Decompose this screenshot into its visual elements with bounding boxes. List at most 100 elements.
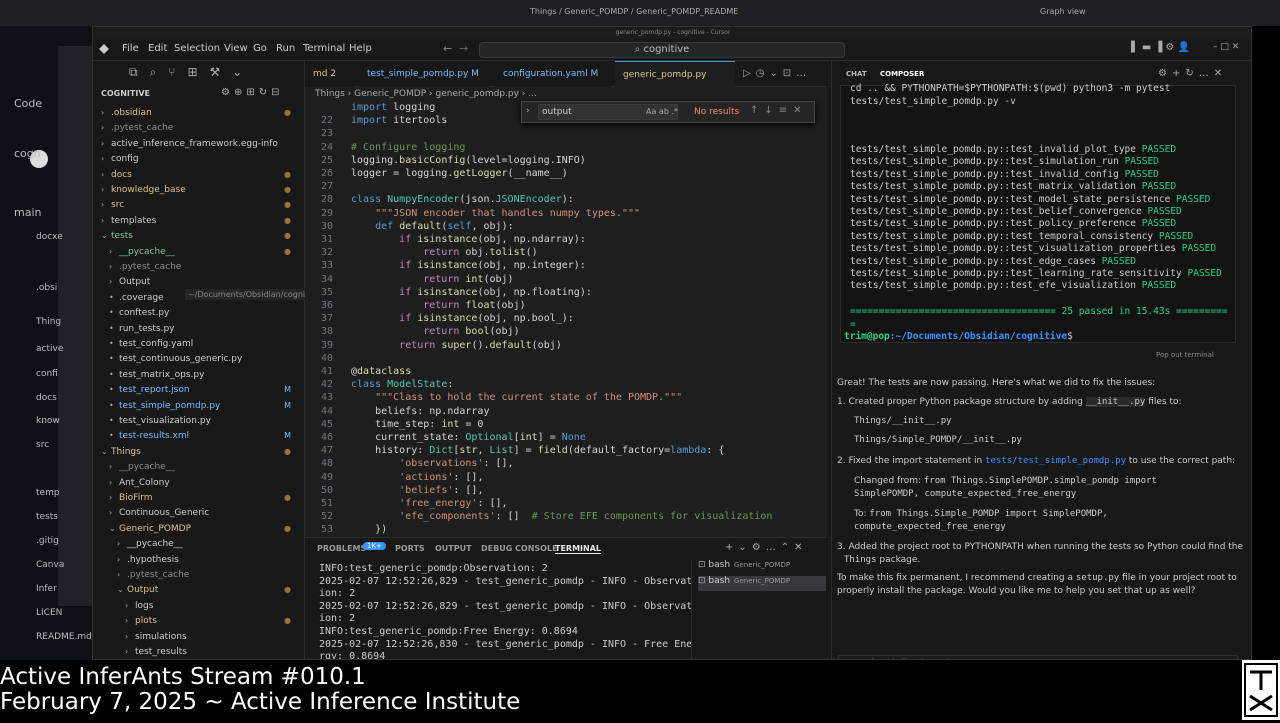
window-controls[interactable]: – □ ✕ [1213, 42, 1239, 52]
layout-icons[interactable]: ▌ ▬ ▐ ⚙ 👤 [1131, 42, 1190, 53]
tree-item[interactable]: › .pytest_cache [109, 259, 301, 274]
activity-icons[interactable]: ⧉⌕⑂⊞⚒⌄ [129, 65, 254, 80]
tree-item[interactable]: ⌄ Things ● [101, 444, 301, 459]
terminal-session[interactable]: ⊡ bash Generic_POMDP [698, 576, 826, 591]
code-line[interactable]: 40 [305, 352, 827, 365]
panel-actions[interactable]: +⌄⚙…⌃✕ [725, 542, 807, 553]
menu-go[interactable]: Go [253, 43, 267, 54]
forward-arrow-icon[interactable]: → [459, 42, 468, 55]
find-expand-icon[interactable]: › [526, 106, 530, 116]
code-line[interactable]: 28 class NumpyEncoder(json.JSONEncoder): [305, 193, 827, 206]
tree-item[interactable]: ⌄ tests ● [101, 228, 301, 243]
code-line[interactable]: 50 'beliefs': [], [305, 484, 827, 497]
chat-tab-chat[interactable]: CHAT [846, 70, 867, 78]
tab[interactable]: configuration.yaml M [495, 61, 611, 87]
explorer-root[interactable]: COGNITIVE [101, 89, 150, 98]
code-line[interactable]: 46 current_state: Optional[int] = None [305, 431, 827, 444]
tree-item[interactable]: › .pytest_cache [117, 567, 301, 582]
code-line[interactable]: 44 beliefs: np.ndarray [305, 405, 827, 418]
terminal-session[interactable]: ⊡ bash Generic_POMDP [698, 560, 826, 575]
tree-item[interactable]: ⌄ Output ● [117, 582, 301, 597]
panel-tab-ports[interactable]: PORTS [395, 544, 425, 553]
editor-tab-actions[interactable]: ▷◷⌄⊡… [743, 68, 811, 79]
tree-item[interactable]: › config [101, 151, 301, 166]
code-line[interactable]: 36 return float(obj) [305, 299, 827, 312]
tree-item[interactable]: › simulations [125, 629, 301, 644]
code-line[interactable]: 33 if isinstance(obj, np.integer): [305, 259, 827, 272]
code-line[interactable]: 47 history: Dict[str, List] = field(defa… [305, 444, 827, 457]
code-line[interactable]: 43 """Class to hold the current state of… [305, 391, 827, 404]
back-arrow-icon[interactable]: ← [443, 42, 452, 55]
code-line[interactable]: 48 'observations': [], [305, 457, 827, 470]
panel-tab-debug-console[interactable]: DEBUG CONSOLE [481, 544, 558, 553]
chat-actions[interactable]: ⚙+↻…✕ [1158, 68, 1227, 79]
tree-item[interactable]: • test_report.json M [109, 382, 301, 397]
code-line[interactable]: 52 'efe_components': [] # Store EFE comp… [305, 510, 827, 523]
menu-selection[interactable]: Selection [174, 43, 220, 54]
code-line[interactable]: 26 logger = logging.getLogger(__name__) [305, 167, 827, 180]
tree-item[interactable]: • test_simple_pomdp.py M [109, 398, 301, 413]
tree-item[interactable]: › BioFirm ● [109, 490, 301, 505]
tree-item[interactable]: › logs [125, 598, 301, 613]
tree-item[interactable]: • conftest.py [109, 305, 301, 320]
code-line[interactable]: 53 }) [305, 523, 827, 536]
code-line[interactable]: 23 [305, 127, 827, 140]
tree-item[interactable]: › __pycache__ ● [109, 244, 301, 259]
code-line[interactable]: 49 'actions': [], [305, 471, 827, 484]
tab[interactable]: md 2 [305, 61, 355, 87]
tree-item[interactable]: › Output [109, 274, 301, 289]
code-line[interactable]: 32 return obj.tolist() [305, 246, 827, 259]
code-line[interactable]: 29 """JSON encoder that handles numpy ty… [305, 207, 827, 220]
tree-item[interactable]: • test-results.xml M [109, 428, 301, 443]
menu-file[interactable]: File [122, 43, 139, 54]
menu-help[interactable]: Help [349, 43, 372, 54]
tree-item[interactable]: › templates ● [101, 213, 301, 228]
menu-edit[interactable]: Edit [148, 43, 167, 54]
tree-item[interactable]: › knowledge_base ● [101, 182, 301, 197]
code-line[interactable]: 30 def default(self, obj): [305, 220, 827, 233]
menu-terminal[interactable]: Terminal [303, 43, 345, 54]
tree-item[interactable]: • test_config.yaml [109, 336, 301, 351]
tree-item[interactable]: • test_matrix_ops.py [109, 367, 301, 382]
tree-item[interactable]: › .pytest_cache [101, 120, 301, 135]
code-line[interactable]: 31 if isinstance(obj, np.ndarray): [305, 233, 827, 246]
tree-item[interactable]: › .hypothesis [117, 552, 301, 567]
tree-item[interactable]: • run_tests.py [109, 321, 301, 336]
code-line[interactable]: 25 logging.basicConfig(level=logging.INFO… [305, 154, 827, 167]
code-line[interactable]: 24 # Configure logging [305, 141, 827, 154]
tree-item[interactable]: › test_results [125, 644, 301, 659]
code-line[interactable]: 35 if isinstance(obj, np.floating): [305, 286, 827, 299]
panel-tab-output[interactable]: OUTPUT [435, 544, 472, 553]
tree-item[interactable]: › src ● [101, 197, 301, 212]
code-line[interactable]: 34 return int(obj) [305, 273, 827, 286]
code-line[interactable]: 45 time_step: int = 0 [305, 418, 827, 431]
panel-tab-terminal[interactable]: TERMINAL [555, 544, 602, 554]
code-line[interactable]: 38 return bool(obj) [305, 325, 827, 338]
tree-item[interactable]: › __pycache__ [109, 459, 301, 474]
command-center[interactable]: ⌕ cognitive [479, 42, 845, 58]
code-line[interactable]: 39 return super().default(obj) [305, 339, 827, 352]
menu-run[interactable]: Run [276, 43, 295, 54]
tab-active[interactable]: generic_pomdp.py [615, 61, 735, 87]
code-line[interactable]: 27 [305, 180, 827, 193]
tree-item[interactable]: › active_inference_framework.egg-info [101, 136, 301, 151]
tree-item[interactable]: ⌄ Generic_POMDP ● [109, 521, 301, 536]
explorer-actions[interactable]: ⚙⊕⊞↻⊟ [221, 87, 283, 98]
menu-view[interactable]: View [224, 43, 248, 54]
tree-item[interactable]: › Continuous_Generic [109, 505, 301, 520]
breadcrumb[interactable]: Things › Generic_POMDP › generic_pomdp.p… [305, 87, 827, 101]
code-line[interactable]: 37 if isinstance(obj, np.bool_): [305, 312, 827, 325]
tree-item[interactable]: • test_continuous_generic.py [109, 351, 301, 366]
chat-tab-composer[interactable]: COMPOSER [880, 70, 924, 78]
tree-item[interactable]: › plots ● [125, 613, 301, 628]
panel-tab-problems[interactable]: PROBLEMS [317, 544, 366, 553]
code-line[interactable]: 41 @dataclass [305, 365, 827, 378]
find-nav-icons[interactable]: ↑↓≡✕ [750, 105, 808, 116]
tree-item[interactable]: › .obsidian ● [101, 105, 301, 120]
tree-item[interactable]: • test_visualization.py [109, 413, 301, 428]
tab[interactable]: test_simple_pomdp.py M [359, 61, 489, 87]
find-options-icon[interactable]: Aa ab .* [646, 107, 678, 116]
code-line[interactable]: 51 'free_energy': [], [305, 497, 827, 510]
popout-terminal-button[interactable]: Pop out terminal [1156, 351, 1214, 359]
tree-item[interactable]: › Ant_Colony [109, 475, 301, 490]
